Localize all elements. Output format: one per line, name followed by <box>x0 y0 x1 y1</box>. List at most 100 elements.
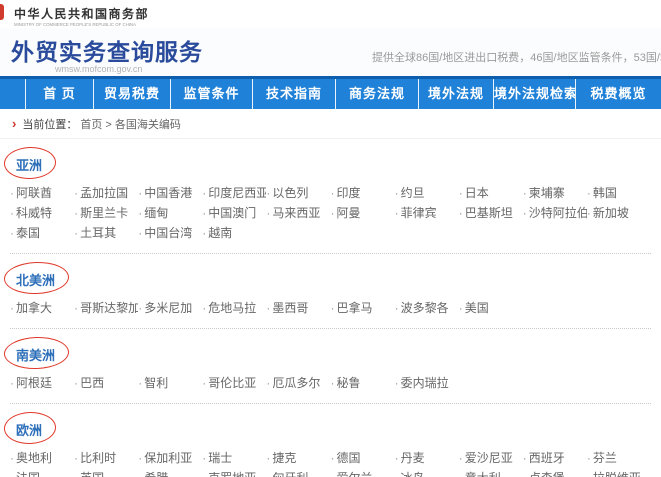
country-link[interactable]: ·多米尼加 <box>138 299 202 319</box>
country-link[interactable]: ·冰岛 <box>395 469 459 477</box>
bullet-icon: · <box>459 301 463 315</box>
country-link[interactable]: ·阿联酋 <box>10 184 74 204</box>
country-name: 巴拿马 <box>336 301 372 315</box>
nav-tab-6[interactable]: 境外法规检索 <box>493 79 575 109</box>
country-link[interactable]: ·土耳其 <box>74 224 138 244</box>
country-link[interactable]: ·英国 <box>74 469 138 477</box>
country-link[interactable]: ·西班牙 <box>523 449 587 469</box>
country-link[interactable]: ·智利 <box>138 374 202 394</box>
country-name: 孟加拉国 <box>80 186 128 200</box>
bullet-icon: · <box>138 451 142 465</box>
country-link[interactable]: ·捷克 <box>266 449 330 469</box>
country-link[interactable]: ·中国台湾 <box>138 224 202 244</box>
country-link[interactable]: ·中国香港 <box>138 184 202 204</box>
section-title[interactable]: 亚洲 <box>16 155 42 174</box>
country-link[interactable]: ·巴拿马 <box>330 299 394 319</box>
country-link[interactable]: ·法国 <box>10 469 74 477</box>
country-link[interactable]: ·克罗地亚 <box>202 469 266 477</box>
country-link[interactable]: ·德国 <box>330 449 394 469</box>
country-link[interactable]: ·秘鲁 <box>330 374 394 394</box>
bullet-icon: · <box>587 186 591 200</box>
country-name: 厄瓜多尔 <box>272 376 320 390</box>
country-link[interactable]: ·菲律宾 <box>395 204 459 224</box>
country-link[interactable]: ·波多黎各 <box>395 299 459 319</box>
country-link[interactable]: ·缅甸 <box>138 204 202 224</box>
nav-tab-3[interactable]: 技术指南 <box>252 79 335 109</box>
dotted-separator <box>10 328 651 329</box>
breadcrumb-path[interactable]: 首页 > 各国海关编码 <box>80 116 181 132</box>
country-link[interactable]: ·印度 <box>330 184 394 204</box>
section-title[interactable]: 南美洲 <box>16 345 55 364</box>
country-link[interactable]: ·意大利 <box>459 469 523 477</box>
country-link[interactable]: ·科威特 <box>10 204 74 224</box>
country-link[interactable]: ·阿曼 <box>330 204 394 224</box>
country-link[interactable]: ·哥伦比亚 <box>202 374 266 394</box>
country-link[interactable]: ·马来西亚 <box>266 204 330 224</box>
country-link[interactable]: ·孟加拉国 <box>74 184 138 204</box>
country-grid: ·奥地利·比利时·保加利亚·瑞士·捷克·德国·丹麦·爱沙尼亚·西班牙·芬兰·法国… <box>10 449 651 477</box>
country-grid: ·加拿大·哥斯达黎加·多米尼加·危地马拉·墨西哥·巴拿马·波多黎各·美国 <box>10 299 651 319</box>
section-title[interactable]: 北美洲 <box>16 270 55 289</box>
nav-tab-4[interactable]: 商务法规 <box>335 79 418 109</box>
country-name: 中国台湾 <box>144 226 192 240</box>
country-link[interactable]: ·柬埔寨 <box>523 184 587 204</box>
country-link[interactable]: ·斯里兰卡 <box>74 204 138 224</box>
country-link[interactable]: ·韩国 <box>587 184 651 204</box>
nav-tab-1[interactable]: 贸易税费 <box>93 79 170 109</box>
bullet-icon: · <box>10 186 14 200</box>
country-link[interactable]: ·卢森堡 <box>523 469 587 477</box>
country-link[interactable]: ·日本 <box>459 184 523 204</box>
site-title: 外贸实务查询服务 <box>11 33 203 67</box>
bullet-icon: · <box>330 376 334 390</box>
country-link[interactable]: ·丹麦 <box>395 449 459 469</box>
ministry-name-en: MINISTRY OF COMMERCE PEOPLE'S REPUBLIC O… <box>14 23 136 27</box>
country-link[interactable]: ·泰国 <box>10 224 74 244</box>
country-name: 新加坡 <box>593 206 629 220</box>
country-link[interactable]: ·比利时 <box>74 449 138 469</box>
bullet-icon: · <box>459 186 463 200</box>
bullet-icon: · <box>138 376 142 390</box>
country-link[interactable]: ·美国 <box>459 299 523 319</box>
section-1: 北美洲·加拿大·哥斯达黎加·多米尼加·危地马拉·墨西哥·巴拿马·波多黎各·美国 <box>10 270 651 329</box>
country-link[interactable]: ·巴基斯坦 <box>459 204 523 224</box>
nav-tab-2[interactable]: 监管条件 <box>170 79 252 109</box>
country-link[interactable]: ·瑞士 <box>202 449 266 469</box>
country-link[interactable]: ·墨西哥 <box>266 299 330 319</box>
country-link[interactable]: ·芬兰 <box>587 449 651 469</box>
country-name: 阿根廷 <box>16 376 52 390</box>
country-link[interactable]: ·加拿大 <box>10 299 74 319</box>
bullet-icon: · <box>459 451 463 465</box>
country-name: 多米尼加 <box>144 301 192 315</box>
country-link[interactable]: ·印度尼西亚 <box>202 184 266 204</box>
nav-tab-7[interactable]: 税费概览 <box>575 79 661 109</box>
country-link[interactable]: ·爱沙尼亚 <box>459 449 523 469</box>
section-title[interactable]: 欧洲 <box>16 420 42 439</box>
bullet-icon: · <box>10 206 14 220</box>
country-link[interactable]: ·中国澳门 <box>202 204 266 224</box>
nav-tab-0[interactable]: 首 页 <box>25 79 93 109</box>
country-link[interactable]: ·阿根廷 <box>10 374 74 394</box>
country-link[interactable]: ·拉脱维亚 <box>587 469 651 477</box>
country-link[interactable]: ·新加坡 <box>587 204 651 224</box>
country-name: 爱沙尼亚 <box>465 451 513 465</box>
country-link[interactable]: ·危地马拉 <box>202 299 266 319</box>
breadcrumb: › 当前位置： 首页 > 各国海关编码 <box>0 109 661 139</box>
nav-tab-5[interactable]: 境外法规 <box>418 79 493 109</box>
country-name: 哥伦比亚 <box>208 376 256 390</box>
country-link[interactable]: ·保加利亚 <box>138 449 202 469</box>
country-link[interactable]: ·匈牙利 <box>266 469 330 477</box>
country-link[interactable]: ·奥地利 <box>10 449 74 469</box>
country-link[interactable]: ·以色列 <box>266 184 330 204</box>
country-link[interactable]: ·爱尔兰 <box>330 469 394 477</box>
country-link[interactable]: ·巴西 <box>74 374 138 394</box>
country-name: 德国 <box>336 451 360 465</box>
bullet-icon: · <box>266 186 270 200</box>
country-link[interactable]: ·希腊 <box>138 469 202 477</box>
country-link[interactable]: ·委内瑞拉 <box>395 374 459 394</box>
country-link[interactable]: ·越南 <box>202 224 266 244</box>
section-head: 南美洲 <box>10 345 651 367</box>
country-link[interactable]: ·沙特阿拉伯 <box>523 204 587 224</box>
country-link[interactable]: ·约旦 <box>395 184 459 204</box>
country-link[interactable]: ·厄瓜多尔 <box>266 374 330 394</box>
country-link[interactable]: ·哥斯达黎加 <box>74 299 138 319</box>
